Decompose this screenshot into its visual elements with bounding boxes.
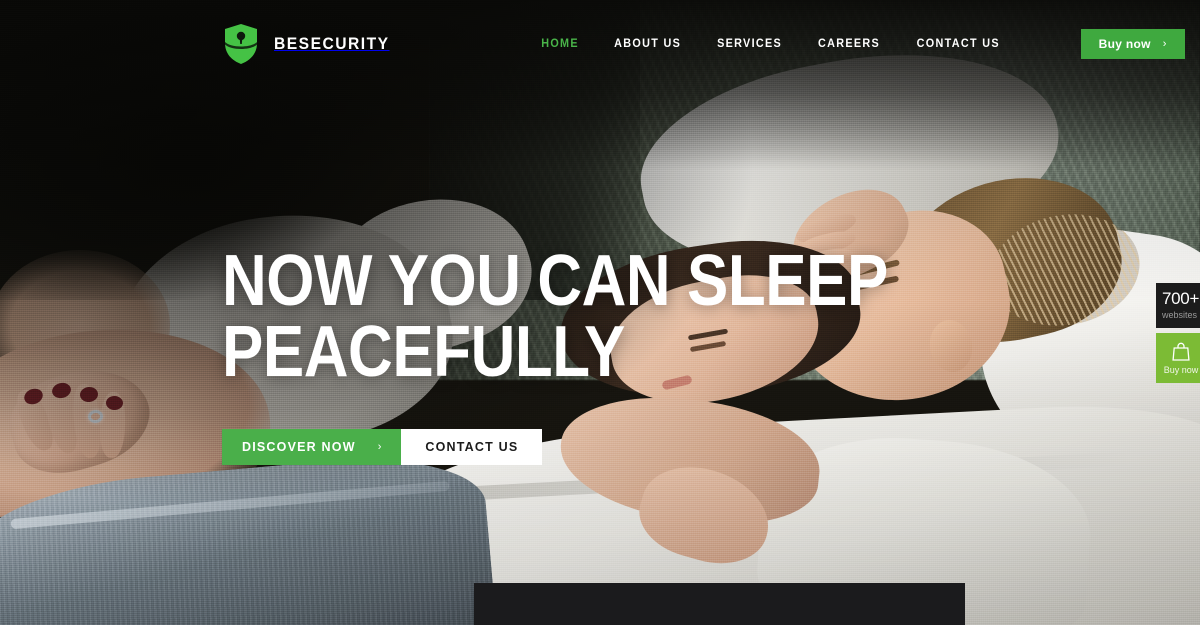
nav-item-services[interactable]: SERVICES bbox=[717, 38, 782, 50]
websites-count-label: websites bbox=[1162, 310, 1198, 320]
dock-buy-now-label: Buy now bbox=[1163, 364, 1199, 375]
hero-title: NOW YOU CAN SLEEP PEACEFULLY bbox=[222, 245, 888, 392]
nav-item-home[interactable]: HOME bbox=[541, 38, 579, 50]
contact-us-button[interactable]: CONTACT US bbox=[401, 429, 543, 466]
discover-now-button[interactable]: DISCOVER NOW › bbox=[222, 429, 402, 466]
hero-title-line-1: NOW YOU CAN SLEEP bbox=[222, 241, 888, 321]
nav-item-careers[interactable]: CAREERS bbox=[818, 38, 880, 50]
side-dock-widget: 700+ websites Buy now bbox=[1156, 283, 1200, 383]
bottom-dark-panel bbox=[474, 583, 965, 625]
chevron-right-icon: › bbox=[377, 441, 382, 454]
nav-item-about-us[interactable]: ABOUT US bbox=[614, 38, 681, 50]
header-buy-now-button[interactable]: Buy now › bbox=[1080, 29, 1185, 59]
header-buy-now-label: Buy now bbox=[1098, 37, 1151, 51]
discover-now-label: DISCOVER NOW bbox=[242, 440, 356, 455]
brand-logo-link[interactable]: BESECURITY bbox=[222, 23, 400, 65]
landing-page: BESECURITY HOME ABOUT US SERVICES CAREER… bbox=[0, 0, 1200, 625]
dock-buy-now-button[interactable]: Buy now bbox=[1156, 333, 1200, 383]
hero-content: NOW YOU CAN SLEEP PEACEFULLY DISCOVER NO… bbox=[222, 245, 996, 466]
websites-count-number: 700+ bbox=[1162, 289, 1200, 308]
site-header: BESECURITY HOME ABOUT US SERVICES CAREER… bbox=[0, 0, 1200, 88]
chevron-right-icon: › bbox=[1162, 38, 1167, 50]
main-navigation: HOME ABOUT US SERVICES CAREERS CONTACT U… bbox=[540, 29, 1185, 59]
shield-keyhole-icon bbox=[222, 23, 260, 65]
websites-count-badge: 700+ websites bbox=[1156, 283, 1200, 328]
nav-item-contact-us[interactable]: CONTACT US bbox=[917, 38, 1000, 50]
shopping-bag-icon bbox=[1172, 342, 1190, 361]
hero-title-line-2: PEACEFULLY bbox=[222, 311, 625, 392]
hero-cta-group: DISCOVER NOW › CONTACT US bbox=[222, 429, 996, 466]
brand-name: BESECURITY bbox=[274, 34, 390, 53]
